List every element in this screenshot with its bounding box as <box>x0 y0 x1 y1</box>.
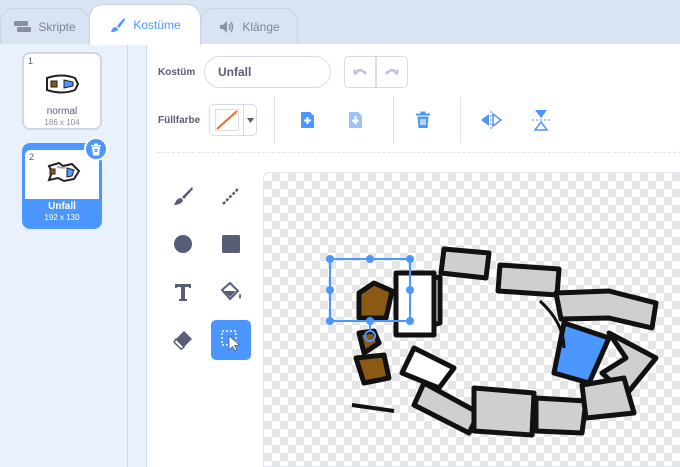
redo-button[interactable] <box>376 56 408 88</box>
fill-color-picker[interactable] <box>209 104 257 136</box>
circle-icon <box>174 235 192 253</box>
flip-horizontal-icon <box>481 111 502 129</box>
toolbar-divider <box>274 96 275 144</box>
backward-layer-button[interactable] <box>341 106 369 134</box>
costume-drawing <box>326 246 659 438</box>
editor-tabs: Skripte Kostüme Klänge <box>0 0 680 45</box>
forward-layer-button[interactable] <box>293 106 321 134</box>
brush-tool[interactable] <box>163 176 203 216</box>
costume-name-input[interactable] <box>204 56 331 88</box>
speaker-icon <box>218 20 236 34</box>
circle-tool[interactable] <box>163 224 203 264</box>
text-icon <box>175 284 191 301</box>
costume-size: 192 x 130 <box>44 213 80 222</box>
toolbar-separator <box>157 152 680 153</box>
costume-thumbnail <box>24 62 100 106</box>
eraser-icon <box>173 331 192 350</box>
costume-number: 2 <box>29 152 35 162</box>
fill-swatch <box>210 105 244 135</box>
delete-button[interactable] <box>409 106 437 134</box>
line-tool[interactable] <box>211 176 251 216</box>
redo-icon <box>385 69 399 75</box>
toolbar-divider <box>460 96 461 144</box>
drawing-canvas[interactable] <box>263 172 680 467</box>
flip-vertical-button[interactable] <box>527 106 555 134</box>
no-fill-icon <box>214 109 239 131</box>
costume-list: 1 normal 186 x 104 2 Unfall 192 x 130 <box>0 44 128 467</box>
code-blocks-icon <box>14 20 32 34</box>
tab-scripts[interactable]: Skripte <box>0 8 90 44</box>
rectangle-tool[interactable] <box>211 224 251 264</box>
undo-icon <box>353 69 367 75</box>
costume-name: normal <box>46 106 78 117</box>
delete-icon <box>416 111 430 128</box>
rectangle-icon <box>222 235 240 253</box>
backward-layer-icon <box>349 112 362 128</box>
costume-name: Unfall <box>48 201 76 212</box>
eraser-tool[interactable] <box>163 320 203 360</box>
fill-tool[interactable] <box>211 272 251 312</box>
costume-size: 186 x 104 <box>44 118 80 127</box>
trash-icon <box>91 143 101 155</box>
toolbar-divider <box>393 96 394 144</box>
costume-number: 1 <box>28 56 34 66</box>
undo-button[interactable] <box>344 56 376 88</box>
delete-costume-button[interactable] <box>84 137 108 161</box>
flip-horizontal-button[interactable] <box>477 106 505 134</box>
tab-sounds[interactable]: Klänge <box>200 8 298 44</box>
text-tool[interactable] <box>163 272 203 312</box>
tab-label: Klänge <box>242 19 280 34</box>
flip-vertical-icon <box>532 110 550 131</box>
costume-item-normal[interactable]: 1 normal 186 x 104 <box>22 52 102 130</box>
brush-icon <box>174 187 193 205</box>
tab-costumes[interactable]: Kostüme <box>89 4 201 45</box>
paint-editor: Kostüm Füllfarbe <box>146 44 680 467</box>
select-icon <box>221 330 241 351</box>
fill-color-label: Füllfarbe <box>158 115 201 126</box>
chevron-down-icon <box>244 105 256 135</box>
line-icon <box>222 187 240 205</box>
tab-label: Kostüme <box>133 18 181 32</box>
paintbrush-icon <box>109 18 127 32</box>
costume-item-unfall[interactable]: 2 Unfall 192 x 130 <box>22 137 108 229</box>
forward-layer-icon <box>301 112 314 128</box>
fill-bucket-icon <box>220 281 241 301</box>
tab-label: Skripte <box>38 19 76 34</box>
costume-name-label: Kostüm <box>158 67 196 78</box>
select-tool[interactable] <box>211 320 251 360</box>
